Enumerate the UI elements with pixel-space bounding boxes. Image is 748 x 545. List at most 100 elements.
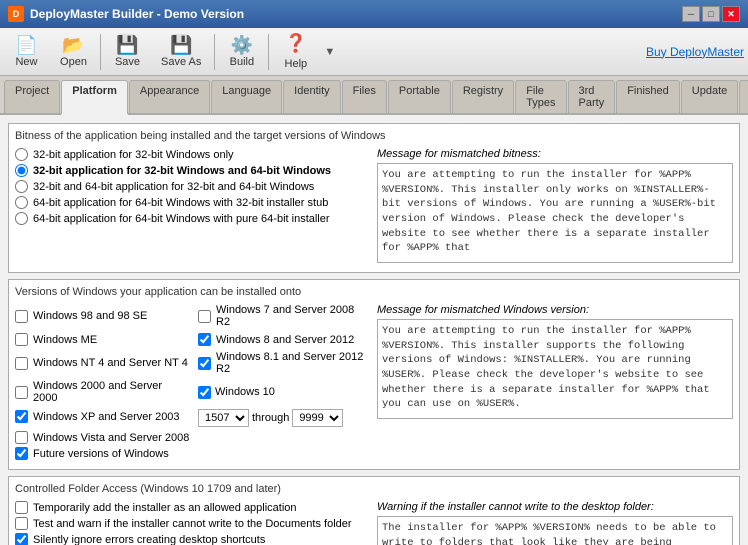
bitness-radio-3[interactable]: [15, 180, 28, 193]
buy-link[interactable]: Buy DeployMaster: [646, 45, 744, 59]
versions-msg-label: Message for mismatched Windows version:: [377, 304, 733, 316]
bitness-msg-text[interactable]: You are attempting to run the installer …: [377, 163, 733, 263]
bitness-msg-label: Message for mismatched bitness:: [377, 148, 733, 160]
bitness-two-col: 32-bit application for 32-bit Windows on…: [15, 148, 733, 266]
tab-files[interactable]: Files: [342, 80, 387, 113]
title-bar: D DeployMaster Builder - Demo Version ─ …: [0, 0, 748, 28]
toolbar-separator-3: [268, 34, 269, 70]
versions-left: Windows 98 and 98 SE Windows 7 and Serve…: [15, 304, 371, 463]
window-title: DeployMaster Builder - Demo Version: [30, 7, 682, 21]
toolbar-separator-1: [100, 34, 101, 70]
future-check[interactable]: [15, 447, 28, 460]
windows-checkboxes: Windows 98 and 98 SE Windows 7 and Serve…: [15, 304, 371, 427]
cfa-options: Temporarily add the installer as an allo…: [15, 501, 371, 545]
save-as-icon: 💾: [170, 36, 192, 54]
new-icon: 📄: [15, 36, 37, 54]
save-as-button[interactable]: 💾 Save As: [152, 32, 210, 72]
cfa-msg-label: Warning if the installer cannot write to…: [377, 501, 733, 513]
help-button[interactable]: ❓ Help: [273, 32, 318, 72]
win10-row: Windows 10: [198, 380, 371, 404]
tab-platform[interactable]: Platform: [61, 80, 128, 115]
versions-two-col: Windows 98 and 98 SE Windows 7 and Serve…: [15, 304, 733, 463]
win98-check[interactable]: [15, 310, 28, 323]
window-controls: ─ □ ✕: [682, 6, 740, 22]
tab-identity[interactable]: Identity: [283, 80, 340, 113]
winme-check[interactable]: [15, 333, 28, 346]
maximize-button[interactable]: □: [702, 6, 720, 22]
bitness-radio-2[interactable]: [15, 164, 28, 177]
tab-bar: Project Platform Appearance Language Ide…: [0, 76, 748, 115]
minimize-button[interactable]: ─: [682, 6, 700, 22]
win7-row: Windows 7 and Server 2008 R2: [198, 304, 371, 328]
bitness-message-panel: Message for mismatched bitness: You are …: [377, 148, 733, 266]
tab-filetypes[interactable]: File Types: [515, 80, 566, 113]
versions-message-panel: Message for mismatched Windows version: …: [377, 304, 733, 463]
winnt4-row: Windows NT 4 and Server NT 4: [15, 351, 188, 375]
win2000-check[interactable]: [15, 386, 28, 399]
build-icon: ⚙️: [231, 36, 253, 54]
save-icon: 💾: [116, 36, 138, 54]
tab-finished[interactable]: Finished: [616, 80, 680, 113]
tab-appearance[interactable]: Appearance: [129, 80, 210, 113]
winvista-check[interactable]: [15, 431, 28, 444]
tab-registry[interactable]: Registry: [452, 80, 514, 113]
cfa-check-3: Silently ignore errors creating desktop …: [15, 533, 371, 545]
close-button[interactable]: ✕: [722, 6, 740, 22]
winxp-check[interactable]: [15, 410, 28, 423]
tab-media[interactable]: Media: [739, 80, 748, 113]
bitness-radio-5[interactable]: [15, 212, 28, 225]
save-button[interactable]: 💾 Save: [105, 32, 150, 72]
winnt4-check[interactable]: [15, 357, 28, 370]
win2000-row: Windows 2000 and Server 2000: [15, 380, 188, 404]
help-icon: ❓: [285, 34, 307, 52]
bitness-option-2: 32-bit application for 32-bit Windows an…: [15, 164, 371, 177]
win7-check[interactable]: [198, 310, 211, 323]
win10-from-select[interactable]: 1507 1511 1607 1703 1709: [198, 409, 249, 427]
cfa-check-1: Temporarily add the installer as an allo…: [15, 501, 371, 514]
cfa-checkbox-2[interactable]: [15, 517, 28, 530]
new-button[interactable]: 📄 New: [4, 32, 49, 72]
bitness-title: Bitness of the application being install…: [15, 130, 733, 142]
win81-check[interactable]: [198, 357, 211, 370]
winxp-row: Windows XP and Server 2003: [15, 409, 188, 424]
platform-content: Bitness of the application being install…: [0, 115, 748, 545]
tab-project[interactable]: Project: [4, 80, 60, 113]
versions-msg-text[interactable]: You are attempting to run the installer …: [377, 319, 733, 419]
tab-update[interactable]: Update: [681, 80, 738, 113]
cfa-title: Controlled Folder Access (Windows 10 170…: [15, 483, 733, 495]
tab-3rdparty[interactable]: 3rd Party: [568, 80, 616, 113]
winme-row: Windows ME: [15, 333, 188, 346]
win10-version-row: 1507 1511 1607 1703 1709 through 9999: [198, 409, 371, 427]
build-button[interactable]: ⚙️ Build: [219, 32, 264, 72]
future-row: Future versions of Windows: [15, 447, 371, 460]
win10-check[interactable]: [198, 386, 211, 399]
open-button[interactable]: 📂 Open: [51, 32, 96, 72]
bitness-option-5: 64-bit application for 64-bit Windows wi…: [15, 212, 371, 225]
win8-check[interactable]: [198, 333, 211, 346]
bitness-radio-4[interactable]: [15, 196, 28, 209]
win8-row: Windows 8 and Server 2012: [198, 333, 371, 346]
bitness-option-3: 32-bit and 64-bit application for 32-bit…: [15, 180, 371, 193]
cfa-message-panel: Warning if the installer cannot write to…: [377, 501, 733, 545]
open-icon: 📂: [62, 36, 84, 54]
toolbar-separator-2: [214, 34, 215, 70]
winvista-row: Windows Vista and Server 2008: [15, 431, 371, 444]
tab-language[interactable]: Language: [211, 80, 282, 113]
cfa-checkbox-3[interactable]: [15, 533, 28, 545]
win81-row: Windows 8.1 and Server 2012 R2: [198, 351, 371, 375]
tab-portable[interactable]: Portable: [388, 80, 451, 113]
cfa-two-col: Temporarily add the installer as an allo…: [15, 501, 733, 545]
bitness-option-4: 64-bit application for 64-bit Windows wi…: [15, 196, 371, 209]
bitness-radio-1[interactable]: [15, 148, 28, 161]
bitness-options: 32-bit application for 32-bit Windows on…: [15, 148, 371, 266]
cfa-section: Controlled Folder Access (Windows 10 170…: [8, 476, 740, 545]
cfa-msg-text[interactable]: The installer for %APP% %VERSION% needs …: [377, 516, 733, 545]
cfa-check-2: Test and warn if the installer cannot wr…: [15, 517, 371, 530]
toolbar: 📄 New 📂 Open 💾 Save 💾 Save As ⚙️ Build ❓…: [0, 28, 748, 76]
versions-section: Versions of Windows your application can…: [8, 279, 740, 470]
versions-title: Versions of Windows your application can…: [15, 286, 733, 298]
win10-to-select[interactable]: 9999: [292, 409, 343, 427]
help-dropdown-icon[interactable]: ▼: [324, 46, 335, 58]
cfa-checkbox-1[interactable]: [15, 501, 28, 514]
app-icon: D: [8, 6, 24, 22]
